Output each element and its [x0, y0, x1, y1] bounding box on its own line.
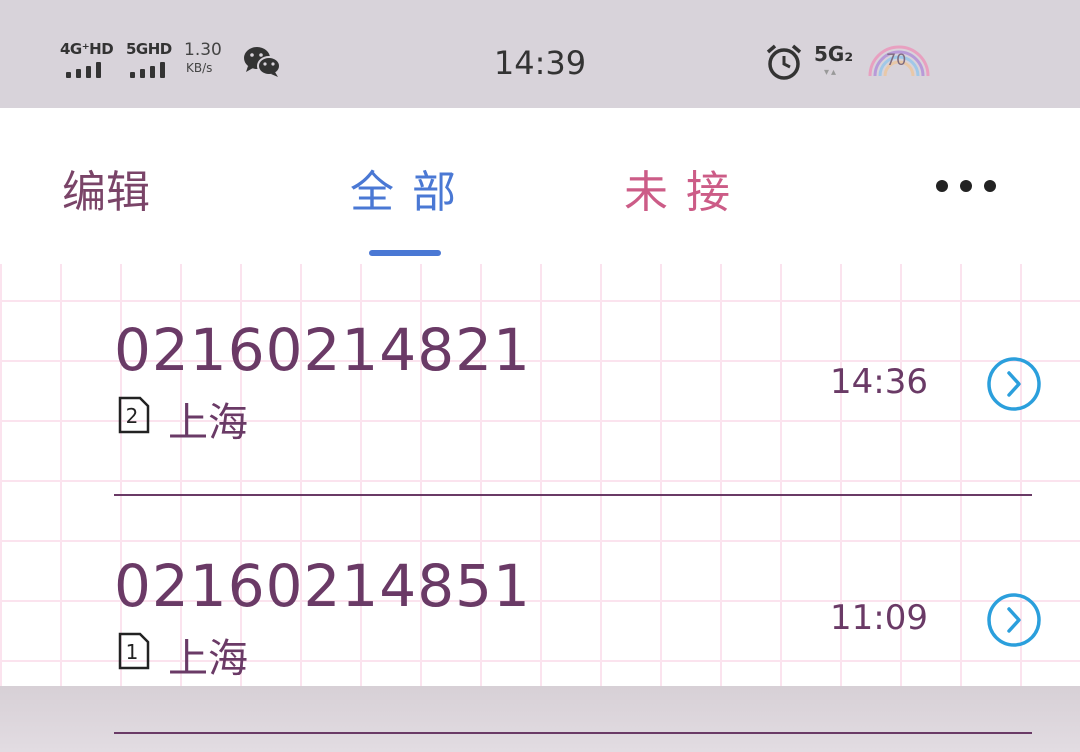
network-5g2: 5G₂ ▾▴	[814, 42, 854, 78]
data-arrows-icon: ▾▴	[824, 67, 839, 78]
call-list: 02160214821 2 上海 14:36 02160214851 1 上海 …	[0, 264, 1080, 752]
call-number: 02160214851	[114, 552, 531, 620]
chevron-right-circle-icon[interactable]	[986, 592, 1042, 648]
row-divider	[114, 732, 1032, 734]
call-item[interactable]: 02160214821 2 上海 14:36	[0, 264, 1080, 500]
edit-button[interactable]: 编辑	[62, 156, 150, 220]
alarm-icon	[766, 44, 802, 80]
more-icon[interactable]	[934, 178, 998, 194]
bottom-overlay	[0, 686, 1080, 752]
call-location: 上海	[168, 636, 248, 682]
battery-level: 70	[886, 50, 907, 69]
sim-card-icon: 2	[118, 396, 150, 434]
network-5g2-label: 5G₂	[814, 42, 854, 66]
tab-indicator	[369, 250, 441, 256]
sim-slot-label: 2	[125, 404, 139, 428]
status-bar: 4G⁺HD 5GHD 1.30 KB/s 14:39 5G₂ ▾▴ 70	[0, 0, 1080, 108]
tab-all[interactable]: 全部	[350, 156, 474, 220]
chevron-right-circle-icon[interactable]	[986, 356, 1042, 412]
sim-card-icon: 1	[118, 632, 150, 670]
tab-bar: 编辑 全部 未接	[0, 108, 1080, 264]
call-number: 02160214821	[114, 316, 531, 384]
row-divider	[114, 494, 1032, 496]
tab-missed[interactable]: 未接	[624, 156, 748, 220]
call-time: 14:36	[830, 362, 928, 402]
call-time: 11:09	[830, 598, 928, 638]
sim-slot-label: 1	[125, 640, 139, 664]
call-location: 上海	[168, 400, 248, 446]
